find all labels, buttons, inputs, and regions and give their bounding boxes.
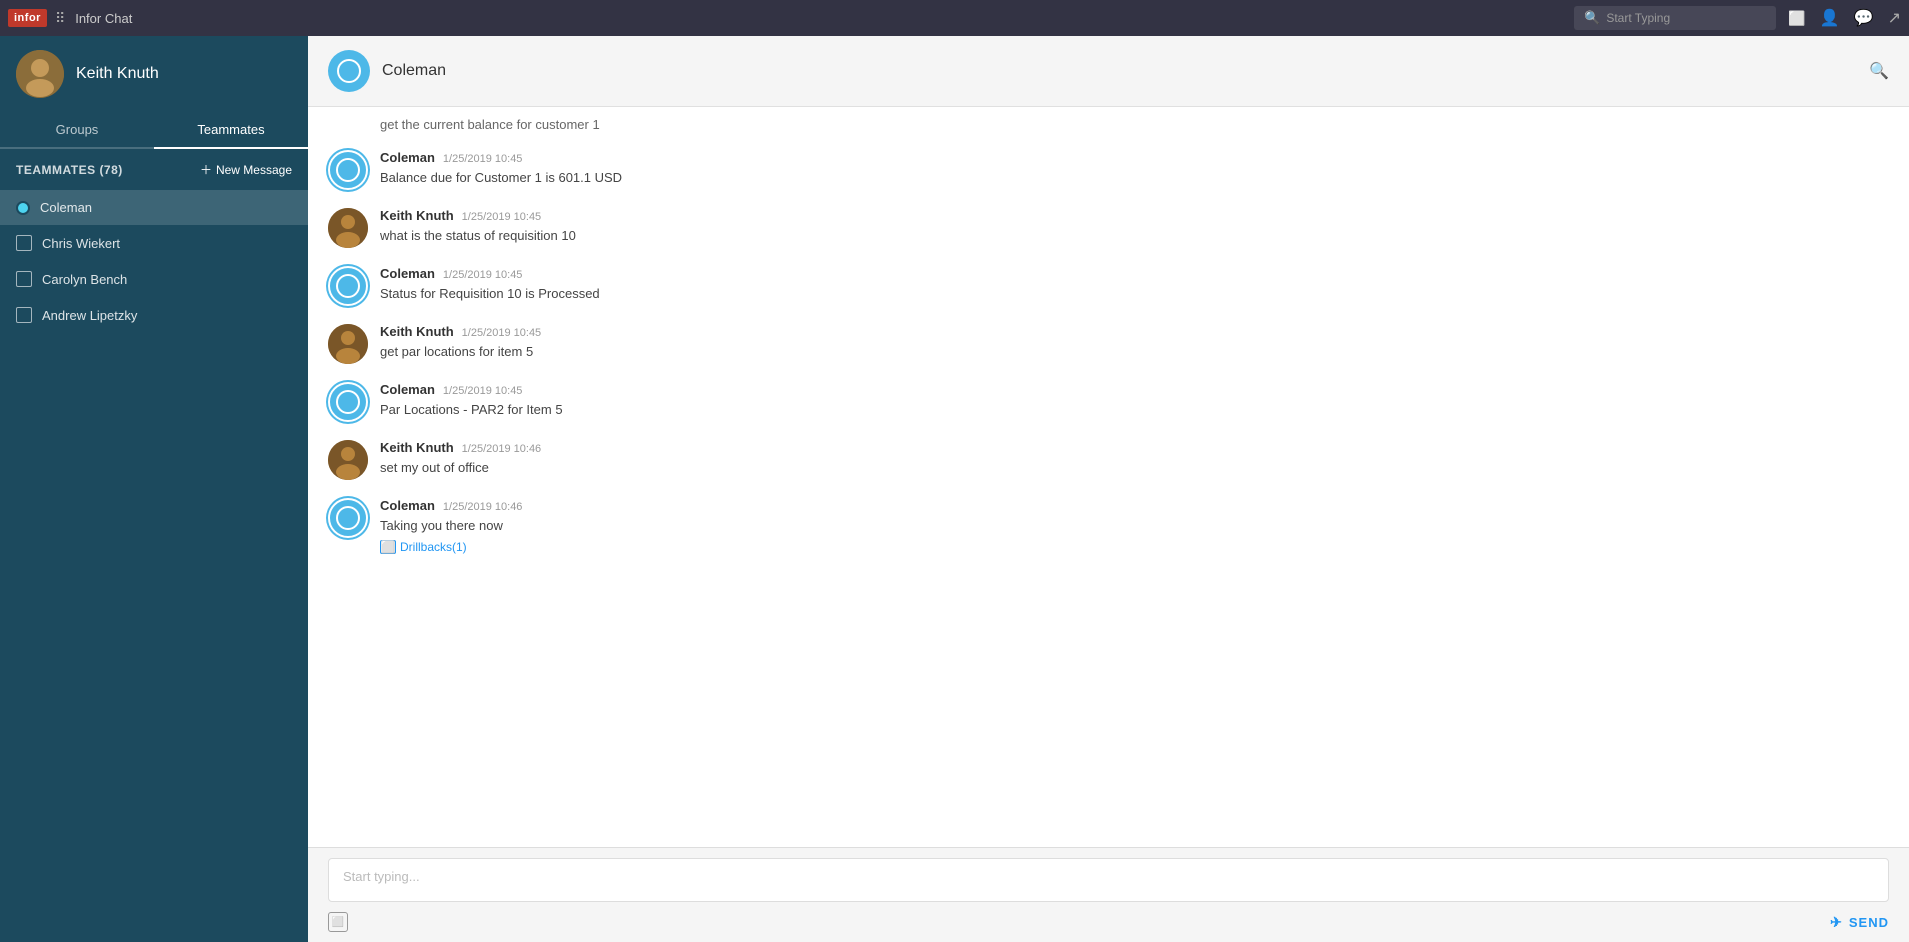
message-row: Keith Knuth 1/25/2019 10:46 set my out o… [328,440,1889,480]
contact-list: Coleman Chris Wiekert Carolyn Bench Andr… [0,190,308,942]
contact-name: Andrew Lipetzky [42,308,137,323]
plus-icon: ＋ [200,161,212,178]
search-icon: 🔍 [1584,10,1600,26]
chat-header-avatar [328,50,370,92]
bot-avatar [328,382,368,422]
message-header: Keith Knuth 1/25/2019 10:46 [380,440,1889,455]
message-text: set my out of office [380,458,1889,478]
message-text: Taking you there now [380,516,1889,536]
message-header: Coleman 1/25/2019 10:45 [380,382,1889,397]
teammates-header: TEAMMATES (78) ＋ New Message [0,149,308,190]
grid-icon[interactable]: ⠿ [55,10,65,27]
message-content: Keith Knuth 1/25/2019 10:45 what is the … [380,208,1889,246]
contact-item[interactable]: Coleman [0,190,308,225]
message-row: Keith Knuth 1/25/2019 10:45 what is the … [328,208,1889,248]
user-avatar [16,50,64,98]
contact-name: Carolyn Bench [42,272,127,287]
bot-inner-ring [336,158,360,182]
drillbacks-link[interactable]: ⬜ Drillbacks(1) [380,540,467,554]
infor-logo: infor [8,9,47,27]
send-button[interactable]: ✈ SEND [1830,914,1889,931]
message-row: Coleman 1/25/2019 10:45 Par Locations - … [328,382,1889,422]
chat-icon[interactable]: 💬 [1854,8,1874,28]
user-avatar [328,324,368,364]
chat-header-name: Coleman [382,62,446,80]
top-nav: infor ⠿ Infor Chat 🔍 ⬜ 👤 💬 ↗ [0,0,1909,36]
share-icon[interactable]: ↗ [1888,8,1901,28]
contact-item[interactable]: Carolyn Bench [0,261,308,297]
app-title: Infor Chat [75,11,1574,26]
message-content: Keith Knuth 1/25/2019 10:45 get par loca… [380,324,1889,362]
chat-header: Coleman 🔍 [308,36,1909,107]
screen-icon[interactable]: ⬜ [1788,10,1805,27]
message-row: Coleman 1/25/2019 10:46 Taking you there… [328,498,1889,554]
contact-item[interactable]: Chris Wiekert [0,225,308,261]
message-header: Coleman 1/25/2019 10:46 [380,498,1889,513]
nav-search-input[interactable] [1606,11,1766,25]
message-row: Coleman 1/25/2019 10:45 Status for Requi… [328,266,1889,306]
user-avatar [328,208,368,248]
message-header: Keith Knuth 1/25/2019 10:45 [380,208,1889,223]
chat-box-icon [16,235,32,251]
nav-icons: ⬜ 👤 💬 ↗ [1788,8,1901,28]
person-icon[interactable]: 👤 [1820,8,1840,28]
message-content: Coleman 1/25/2019 10:46 Taking you there… [380,498,1889,554]
message-content: Coleman 1/25/2019 10:45 Status for Requi… [380,266,1889,304]
message-text: what is the status of requisition 10 [380,226,1889,246]
message-content: Keith Knuth 1/25/2019 10:46 set my out o… [380,440,1889,478]
message-content: Coleman 1/25/2019 10:45 Balance due for … [380,150,1889,188]
contact-item[interactable]: Andrew Lipetzky [0,297,308,333]
user-name: Keith Knuth [76,65,159,83]
attach-icon[interactable]: ⬜ [328,912,348,932]
message-text: Status for Requisition 10 is Processed [380,284,1889,304]
contact-name: Chris Wiekert [42,236,120,251]
message-text: Balance due for Customer 1 is 601.1 USD [380,168,1889,188]
tab-groups[interactable]: Groups [0,112,154,147]
bot-avatar-ring [337,59,361,83]
messages-container: get the current balance for customer 1 C… [308,107,1909,847]
user-avatar [328,440,368,480]
nav-search-bar[interactable]: 🔍 [1574,6,1776,30]
bot-avatar [328,150,368,190]
message-header: Coleman 1/25/2019 10:45 [380,266,1889,281]
bot-avatar [328,498,368,538]
message-header: Keith Knuth 1/25/2019 10:45 [380,324,1889,339]
partial-message: get the current balance for customer 1 [328,117,1889,132]
input-area: Start typing... ⬜ ✈ SEND [308,847,1909,942]
sidebar-tabs: Groups Teammates [0,112,308,149]
chat-box-icon [16,307,32,323]
drillbacks-icon: ⬜ [380,540,396,554]
input-toolbar: ⬜ ✈ SEND [308,908,1909,942]
chat-area: Coleman 🔍 get the current balance for cu… [308,36,1909,942]
new-message-button[interactable]: ＋ New Message [200,161,292,178]
main-layout: Keith Knuth Groups Teammates TEAMMATES (… [0,36,1909,942]
contact-name: Coleman [40,200,92,215]
sidebar: Keith Knuth Groups Teammates TEAMMATES (… [0,36,308,942]
bot-avatar [328,266,368,306]
search-icon[interactable]: 🔍 [1869,61,1889,81]
message-input-display[interactable]: Start typing... [328,858,1889,902]
message-text: get par locations for item 5 [380,342,1889,362]
message-header: Coleman 1/25/2019 10:45 [380,150,1889,165]
message-row: Keith Knuth 1/25/2019 10:45 get par loca… [328,324,1889,364]
send-arrow-icon: ✈ [1830,914,1843,931]
tab-teammates[interactable]: Teammates [154,112,308,149]
message-row: Coleman 1/25/2019 10:45 Balance due for … [328,150,1889,190]
teammates-count: TEAMMATES (78) [16,163,123,177]
sidebar-header: Keith Knuth [0,36,308,112]
message-content: Coleman 1/25/2019 10:45 Par Locations - … [380,382,1889,420]
message-text: Par Locations - PAR2 for Item 5 [380,400,1889,420]
chat-box-icon [16,271,32,287]
online-dot [16,201,30,215]
